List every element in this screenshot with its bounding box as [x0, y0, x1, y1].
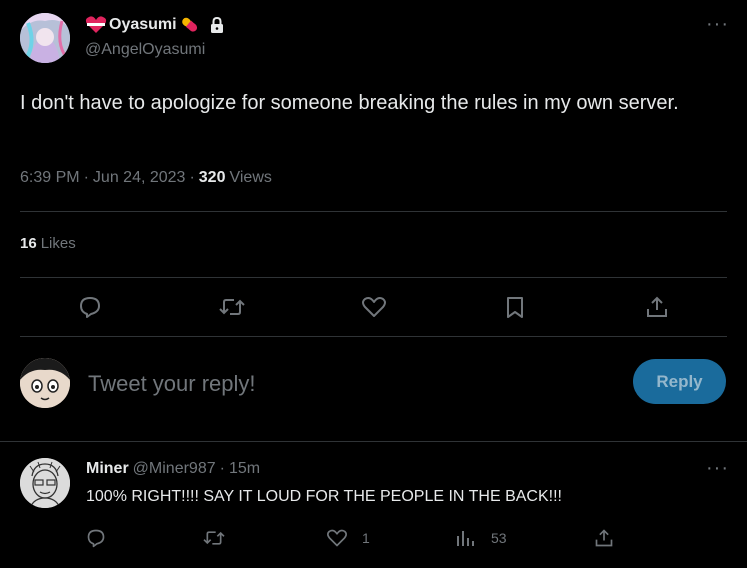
views-chart-icon	[455, 528, 475, 548]
bookmark-icon[interactable]	[504, 295, 526, 319]
reply-views-count: 53	[491, 530, 507, 546]
pill-emoji-icon	[179, 15, 201, 35]
divider	[20, 211, 727, 212]
tweet-text: I don't have to apologize for someone br…	[20, 92, 679, 114]
author-display-name: Oyasumi	[109, 16, 177, 33]
reply-reply-icon[interactable]	[86, 528, 106, 548]
lock-icon	[209, 16, 225, 34]
views-label: Views	[229, 169, 272, 186]
meta-separator: ·	[83, 169, 89, 186]
views-count: 320	[198, 169, 226, 186]
tweet-more-icon[interactable]: ···	[706, 14, 729, 34]
likes-stat[interactable]: 16 Likes	[20, 235, 76, 252]
reply-time[interactable]: 15m	[229, 460, 260, 478]
author-avatar[interactable]	[20, 13, 70, 63]
meta-separator: ·	[189, 169, 195, 186]
author-name-row[interactable]: Oyasumi	[85, 14, 225, 36]
share-icon[interactable]	[645, 295, 669, 319]
reply-button[interactable]: Reply	[633, 359, 726, 404]
reply-text: 100% RIGHT!!!! SAY IT LOUD FOR THE PEOPL…	[86, 488, 562, 505]
heart-ribbon-emoji-icon	[85, 15, 107, 35]
reply-views[interactable]: 53	[455, 528, 507, 548]
reply-input[interactable]	[86, 366, 610, 402]
author-handle[interactable]: @AngelOyasumi	[85, 41, 205, 59]
reply-icon[interactable]	[78, 295, 102, 319]
reply-header: Miner @Miner987 · 15m	[86, 460, 260, 478]
retweet-icon[interactable]	[219, 295, 245, 319]
divider	[20, 336, 727, 337]
my-avatar[interactable]	[20, 358, 70, 408]
likes-label: Likes	[40, 235, 76, 252]
tweet-meta: 6:39 PM · Jun 24, 2023 · 320 Views	[20, 169, 272, 187]
divider	[0, 441, 747, 442]
divider	[20, 277, 727, 278]
tweet-date[interactable]: Jun 24, 2023	[93, 169, 186, 187]
likes-count: 16	[20, 235, 37, 252]
reply-share-icon[interactable]	[594, 528, 614, 548]
reply-more-icon[interactable]: ···	[706, 458, 729, 478]
reply-like-count: 1	[362, 530, 370, 546]
tweet-time[interactable]: 6:39 PM	[20, 169, 80, 187]
reply-author-handle[interactable]: @Miner987	[133, 460, 216, 478]
reply-retweet-icon[interactable]	[203, 528, 225, 548]
meta-separator: ·	[219, 460, 225, 477]
reply-like-icon	[326, 528, 348, 548]
reply-author-avatar[interactable]	[20, 458, 70, 508]
reply-author-name[interactable]: Miner	[86, 460, 129, 478]
reply-like[interactable]: 1	[326, 528, 370, 548]
like-icon[interactable]	[361, 295, 387, 319]
